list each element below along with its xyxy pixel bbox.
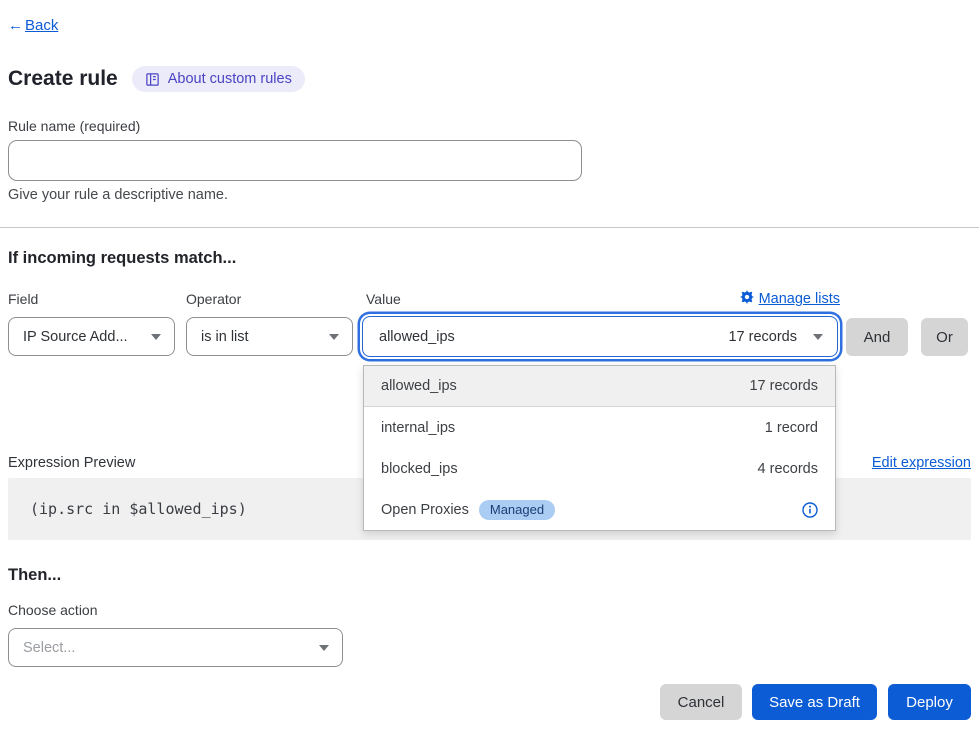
edit-expression-link[interactable]: Edit expression [872,455,971,471]
title-row: Create rule About custom rules [8,66,305,92]
book-icon [145,72,160,87]
option-name: blocked_ips [381,461,458,477]
dropdown-option-blocked-ips[interactable]: blocked_ips 4 records [364,448,835,489]
cancel-button[interactable]: Cancel [660,684,742,720]
and-button[interactable]: And [846,318,908,356]
chevron-down-icon [151,334,161,340]
option-name: internal_ips [381,420,455,436]
field-label: Field [8,291,38,307]
deploy-button[interactable]: Deploy [888,684,971,720]
dropdown-option-internal-ips[interactable]: internal_ips 1 record [364,407,835,448]
value-dropdown-menu: allowed_ips 17 records internal_ips 1 re… [363,365,836,531]
dropdown-option-open-proxies[interactable]: Open Proxies Managed [364,489,835,530]
page-title: Create rule [8,67,118,91]
rule-name-input[interactable] [8,140,582,181]
back-link[interactable]: ←Back [8,17,58,34]
option-name: Open Proxies [381,502,469,518]
field-select-value: IP Source Add... [23,329,128,345]
about-badge-label: About custom rules [168,71,292,87]
or-button[interactable]: Or [921,318,968,356]
action-select[interactable]: Select... [8,628,343,667]
chevron-down-icon [329,334,339,340]
chevron-down-icon [319,645,329,651]
back-link-label: Back [25,17,58,34]
option-records: 17 records [749,378,818,394]
rule-name-helper: Give your rule a descriptive name. [8,187,228,203]
managed-badge: Managed [479,500,555,520]
expression-preview-label: Expression Preview [8,455,135,471]
operator-label: Operator [186,291,241,307]
save-as-draft-button[interactable]: Save as Draft [752,684,877,720]
then-section-heading: Then... [8,566,61,585]
create-rule-page: ←Back Create rule About custom rules Rul… [0,0,979,739]
rule-name-label: Rule name (required) [8,118,140,134]
gear-icon [740,290,754,308]
choose-action-label: Choose action [8,602,98,618]
about-custom-rules-link[interactable]: About custom rules [132,66,305,92]
back-arrow-icon: ← [8,17,23,34]
option-name: allowed_ips [381,378,457,394]
operator-select[interactable]: is in list [186,317,353,356]
operator-select-value: is in list [201,329,249,345]
dropdown-option-allowed-ips[interactable]: allowed_ips 17 records [364,366,835,407]
option-records: 4 records [758,461,818,477]
match-section-heading: If incoming requests match... [8,249,236,268]
manage-lists-link[interactable]: Manage lists [740,290,840,308]
value-select-value: allowed_ips [379,329,455,345]
chevron-down-icon [813,334,823,340]
expression-code: (ip.src in $allowed_ips) [30,500,247,518]
section-divider [0,227,979,228]
action-select-placeholder: Select... [23,640,75,656]
manage-lists-label: Manage lists [759,291,840,307]
field-select[interactable]: IP Source Add... [8,317,175,356]
value-label: Value [366,291,401,307]
info-icon[interactable] [802,502,818,518]
value-select[interactable]: allowed_ips 17 records [362,316,838,357]
value-select-records: 17 records [728,329,797,345]
option-records: 1 record [765,420,818,436]
